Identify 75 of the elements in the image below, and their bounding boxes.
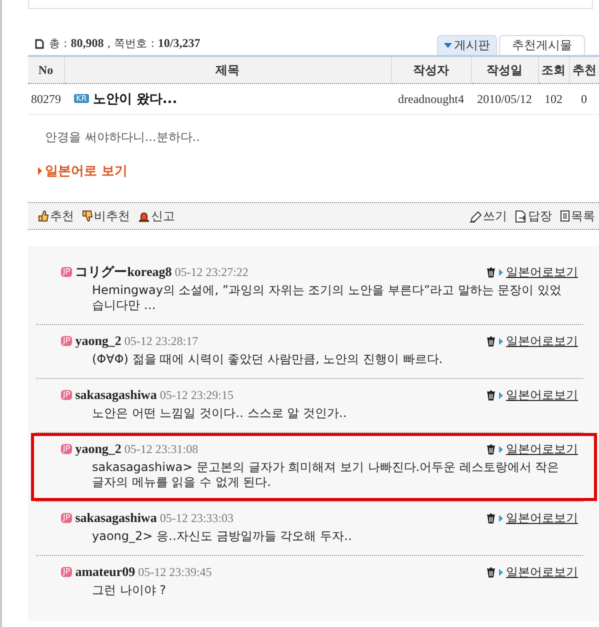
report-button[interactable]: 신고	[138, 208, 175, 224]
comment-author: amateur09	[75, 564, 136, 580]
siren-icon	[138, 210, 150, 222]
caret-icon	[38, 167, 42, 175]
column-header: 작성자	[391, 56, 471, 84]
comment-time: 05-12 23:28:17	[124, 334, 198, 348]
comment-time: 05-12 23:29:15	[160, 388, 234, 402]
write-button[interactable]: 쓰기	[469, 208, 507, 224]
column-header: 조회	[538, 56, 569, 84]
translate-link[interactable]: 일본어로 보기	[45, 162, 128, 180]
country-badge: JP	[61, 267, 72, 277]
comment-text: yaong_2> 응‥자신도 금방일까들 각오해 두자‥	[91, 528, 353, 544]
comment-author: yaong_2	[75, 441, 122, 457]
list-document-icon	[560, 210, 570, 222]
thumbs-down-icon	[82, 210, 93, 222]
caret-down-icon	[444, 43, 452, 48]
comment-author: sakasagashiwa	[75, 387, 157, 403]
pencil-icon	[469, 210, 482, 222]
country-badge: JP	[61, 513, 72, 523]
table-cell: dreadnought4	[391, 84, 471, 114]
trash-icon[interactable]	[486, 336, 496, 346]
not-recommend-button[interactable]: 비추천	[82, 208, 130, 224]
trash-icon[interactable]	[486, 390, 496, 400]
column-header: No	[28, 56, 64, 84]
comment-time: 05-12 23:33:03	[160, 510, 234, 526]
translate-link[interactable]: 일본어로보기	[506, 510, 578, 526]
caret-icon	[499, 446, 503, 452]
trash-icon[interactable]	[486, 266, 496, 278]
recommend-button[interactable]: 추천	[38, 208, 74, 224]
translate-link[interactable]: 일본어로보기	[506, 386, 578, 404]
caret-icon	[499, 268, 503, 276]
comment-author: yaong_2	[75, 333, 122, 349]
post-body: 안경을 써야하다니...분하다..	[45, 130, 200, 144]
country-badge: JP	[61, 444, 72, 454]
comment-text: (Φ∀Φ) 젊을 때에 시력이 좋았던 사람만큼, 노안의 진행이 빠르다.	[91, 351, 444, 367]
caret-icon	[499, 568, 503, 576]
trash-icon[interactable]	[486, 444, 496, 454]
translate-link[interactable]: 일본어로보기	[506, 332, 578, 350]
comment-text: 그런 나이야 ?	[91, 582, 167, 598]
trash-icon[interactable]	[486, 512, 496, 524]
trash-icon[interactable]	[486, 566, 496, 578]
caret-icon	[499, 338, 503, 344]
reply-button[interactable]: 답장	[515, 208, 552, 224]
caret-icon	[499, 392, 503, 398]
comment-time: 05-12 23:31:08	[124, 442, 198, 456]
board-tab[interactable]: 게시판	[437, 35, 497, 55]
translate-link[interactable]: 일본어로보기	[506, 264, 578, 280]
country-badge: JP	[61, 336, 72, 346]
comment-text: Hemingway의 소설에, ”과잉의 자위는 조기의 노안을 부른다”라고 말하는 문장이 있었습니다만 …	[91, 282, 562, 313]
comment-text: 노안은 어떤 느낌일 것이다‥ 스스로 알 것인가‥	[91, 405, 348, 421]
country-badge: JP	[61, 390, 72, 400]
table-cell: 80279	[28, 84, 64, 114]
document-icon	[35, 38, 44, 48]
column-header: 작성일	[471, 56, 538, 84]
reply-document-icon	[515, 210, 527, 222]
post-title-link[interactable]: 노안이 왔다...	[92, 92, 178, 107]
comment-time: 05-12 23:39:45	[138, 564, 212, 580]
comment-author: コリグーkoreag8	[75, 263, 172, 281]
caret-icon	[499, 514, 503, 522]
comment-author: sakasagashiwa	[75, 510, 157, 526]
country-badge: KR	[74, 94, 89, 103]
post-count-summary: 총 : 80,908 , 쪽번호 : 10/3,237	[49, 36, 200, 51]
column-header: 추천	[569, 56, 599, 84]
translate-link[interactable]: 일본어로보기	[506, 440, 578, 458]
country-badge: JP	[61, 567, 72, 577]
table-cell: 0	[569, 84, 599, 114]
board-tab[interactable]: 추천게시물	[499, 35, 585, 55]
comment-text: sakasagashiwa> 문고본의 글자가 희미해져 보기 나빠진다.어두운 레스토랑에서 작은 글자의 메뉴를 읽을 수 없게 된다.	[91, 459, 560, 490]
table-cell: 102	[538, 84, 569, 114]
translate-link[interactable]: 일본어로보기	[506, 564, 578, 580]
column-header: 제목	[64, 56, 391, 84]
list-button[interactable]: 목록	[560, 208, 595, 224]
table-cell: 2010/05/12	[471, 84, 538, 114]
comment-time: 05-12 23:27:22	[174, 264, 248, 280]
thumbs-up-icon	[38, 210, 49, 222]
